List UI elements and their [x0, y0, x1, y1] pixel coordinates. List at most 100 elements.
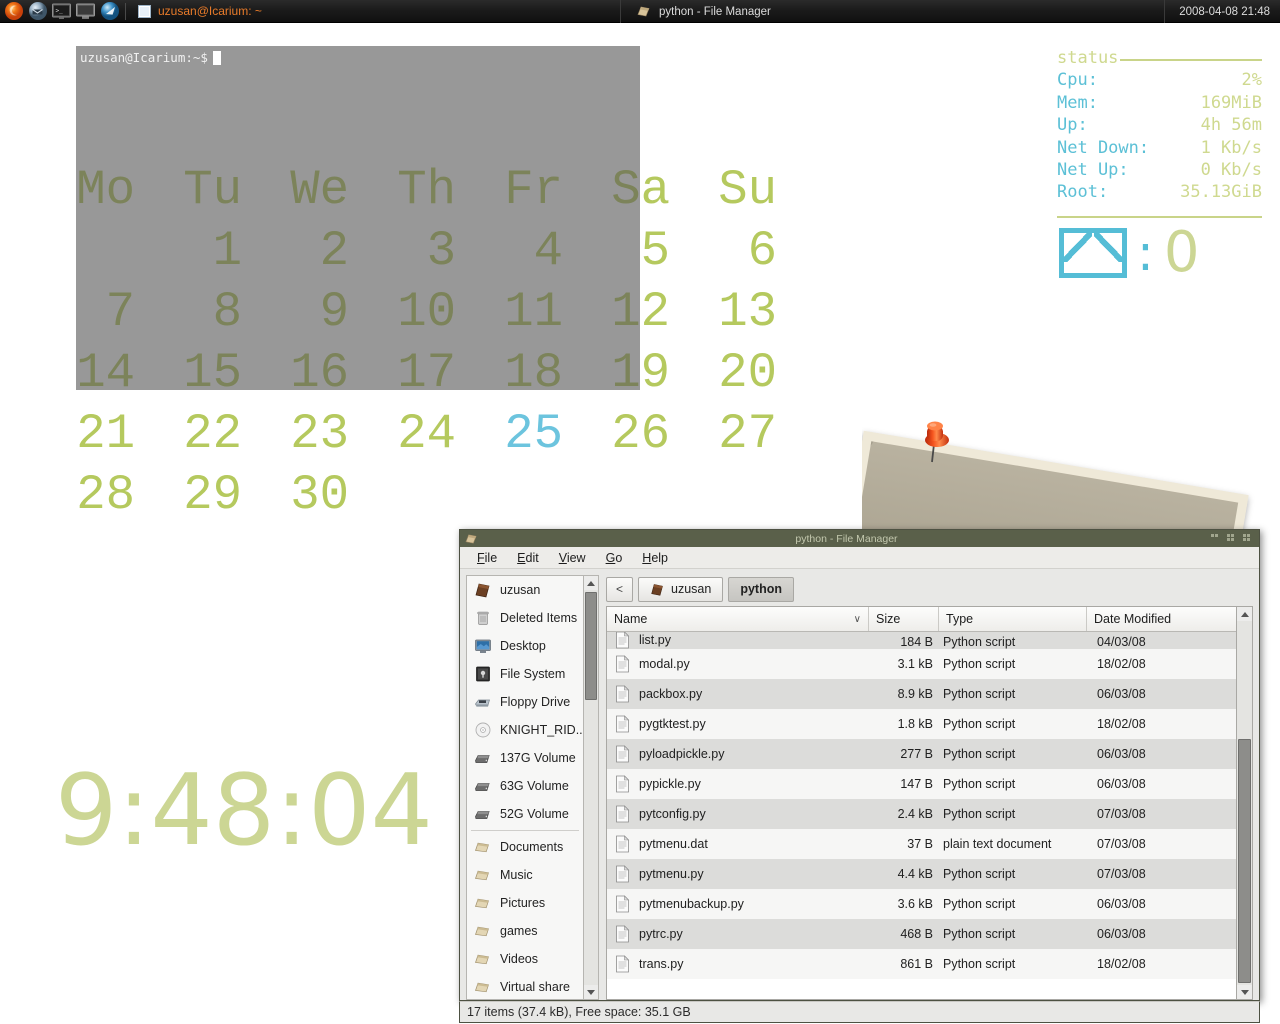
list-scroll-thumb[interactable]	[1238, 739, 1251, 983]
trash-icon	[477, 611, 489, 625]
table-row[interactable]: list.py 184 B Python script 04/03/08	[607, 632, 1236, 649]
breadcrumb-python[interactable]: python	[728, 576, 794, 602]
status-heading: status	[1057, 48, 1262, 69]
menu-view[interactable]: View	[550, 549, 595, 567]
column-header-type[interactable]: Type	[939, 607, 1087, 631]
table-row[interactable]: pygtktest.py 1.8 kB Python script 18/02/…	[607, 709, 1236, 739]
column-header-name[interactable]: Name ∨	[607, 607, 869, 631]
breadcrumb-uzusan[interactable]: uzusan	[638, 576, 724, 602]
file-type: Python script	[943, 777, 1016, 791]
sidebar-item-volume-137g[interactable]: 137G Volume	[467, 744, 583, 772]
menu-edit[interactable]: Edit	[508, 549, 548, 567]
harddisk-icon	[475, 783, 490, 791]
taskbar: >_ uzusan@Icarium: ~ python - File Manag…	[0, 0, 1280, 23]
file-manager-body: uzusan Deleted Items Desktop File System…	[460, 569, 1259, 1000]
file-name: modal.py	[639, 657, 690, 671]
file-size: 861 B	[900, 957, 933, 971]
file-name: pypickle.py	[639, 777, 701, 791]
sidebar-item-virtual-share[interactable]: Virtual share	[467, 973, 583, 999]
file-name: list.py	[639, 633, 671, 647]
places-sidebar: uzusan Deleted Items Desktop File System…	[466, 575, 584, 1000]
firefox-icon[interactable]	[2, 1, 25, 22]
file-rows: list.py 184 B Python script 04/03/08 mod…	[607, 632, 1236, 999]
sidebar-item-games[interactable]: games	[467, 917, 583, 945]
close-button[interactable]	[1243, 534, 1252, 543]
table-row[interactable]: pytmenu.dat 37 B plain text document 07/…	[607, 829, 1236, 859]
taskbar-window-button[interactable]: uzusan@Icarium: ~	[132, 0, 268, 23]
folder-icon	[475, 842, 489, 853]
menu-file[interactable]: File	[468, 549, 506, 567]
file-date: 06/03/08	[1097, 747, 1146, 761]
table-row[interactable]: trans.py 861 B Python script 18/02/08	[607, 949, 1236, 979]
sidebar-scroll-up-button[interactable]	[584, 576, 598, 590]
table-row[interactable]: pytmenubackup.py 3.6 kB Python script 06…	[607, 889, 1236, 919]
sidebar-item-file-system[interactable]: File System	[467, 660, 583, 688]
sidebar-label: File System	[500, 667, 566, 681]
table-row[interactable]: pytrc.py 468 B Python script 06/03/08	[607, 919, 1236, 949]
sidebar-scroll-down-button[interactable]	[584, 985, 598, 999]
list-scroll-down-button[interactable]	[1237, 985, 1252, 999]
sidebar-item-volume-52g[interactable]: 52G Volume	[467, 800, 583, 828]
table-row[interactable]: pypickle.py 147 B Python script 06/03/08	[607, 769, 1236, 799]
breadcrumb-label: python	[740, 582, 782, 596]
sidebar-item-pictures[interactable]: Pictures	[467, 889, 583, 917]
terminal-icon[interactable]: >_	[50, 1, 73, 22]
column-header-size[interactable]: Size	[869, 607, 939, 631]
taskbar-clock[interactable]: 2008-04-08 21:48	[1164, 0, 1280, 23]
sidebar-scrollbar[interactable]	[584, 575, 599, 1000]
sidebar-item-volume-63g[interactable]: 63G Volume	[467, 772, 583, 800]
terminal-window[interactable]: uzusan@Icarium:~$	[76, 46, 640, 390]
maximize-button[interactable]	[1227, 534, 1236, 543]
status-row-cpu: Cpu: 2%	[1057, 69, 1262, 91]
table-row[interactable]: pytconfig.py 2.4 kB Python script 07/03/…	[607, 799, 1236, 829]
sidebar-item-knight-rider[interactable]: KNIGHT_RID...	[467, 716, 583, 744]
table-row[interactable]: modal.py 3.1 kB Python script 18/02/08	[607, 649, 1236, 679]
mail-client-icon[interactable]	[26, 1, 49, 22]
calendar-day	[569, 465, 676, 526]
status-key: Net Down:	[1057, 137, 1150, 158]
list-scroll-track[interactable]	[1237, 621, 1252, 985]
calendar-day: 23	[290, 406, 349, 462]
window-titlebar[interactable]: python - File Manager	[460, 530, 1259, 547]
sidebar-item-uzusan[interactable]: uzusan	[467, 576, 583, 604]
taskbar-center-task[interactable]: python - File Manager	[620, 0, 771, 23]
sidebar-label: 137G Volume	[500, 751, 576, 765]
file-icon	[616, 955, 630, 973]
sidebar-item-documents[interactable]: Documents	[467, 833, 583, 861]
file-list-container: Name ∨ Size Type Date Modified list.py 1…	[606, 606, 1253, 1000]
list-scroll-up-button[interactable]	[1237, 607, 1252, 621]
sidebar-item-videos[interactable]: Videos	[467, 945, 583, 973]
chevron-down-icon	[1240, 989, 1249, 995]
table-row[interactable]: pyloadpickle.py 277 B Python script 06/0…	[607, 739, 1236, 769]
file-list-scrollbar[interactable]	[1237, 606, 1253, 1000]
envelope-icon	[1059, 227, 1127, 278]
sidebar-item-music[interactable]: Music	[467, 861, 583, 889]
desktop-icon	[475, 639, 491, 653]
minimize-button[interactable]	[1211, 534, 1220, 543]
file-date: 07/03/08	[1097, 867, 1146, 881]
sidebar-scroll-thumb[interactable]	[585, 592, 597, 700]
display-icon[interactable]	[74, 1, 97, 22]
menu-help[interactable]: Help	[633, 549, 677, 567]
sidebar-scroll-track[interactable]	[584, 590, 598, 985]
status-heading-text: status	[1057, 48, 1119, 68]
menu-go[interactable]: Go	[597, 549, 632, 567]
sidebar-label: games	[500, 924, 538, 938]
taskbar-center-label: python - File Manager	[659, 5, 771, 18]
sidebar-separator	[471, 830, 579, 831]
file-icon	[616, 835, 630, 853]
calendar-day: 6	[747, 223, 777, 279]
sidebar-item-floppy-drive[interactable]: Floppy Drive	[467, 688, 583, 716]
file-type: Python script	[943, 897, 1016, 911]
column-header-date-modified[interactable]: Date Modified	[1087, 607, 1236, 631]
sidebar-item-desktop[interactable]: Desktop	[467, 632, 583, 660]
back-button[interactable]: <	[606, 576, 634, 602]
table-row[interactable]: pytmenu.py 4.4 kB Python script 07/03/08	[607, 859, 1236, 889]
sidebar-item-deleted-items[interactable]: Deleted Items	[467, 604, 583, 632]
taskbar-launchers: >_	[0, 0, 121, 23]
table-row[interactable]: packbox.py 8.9 kB Python script 06/03/08	[607, 679, 1236, 709]
calendar-day: 20	[718, 345, 777, 401]
media-player-icon[interactable]	[98, 1, 121, 22]
cdrom-icon	[475, 722, 491, 738]
file-date: 18/02/08	[1097, 717, 1146, 731]
